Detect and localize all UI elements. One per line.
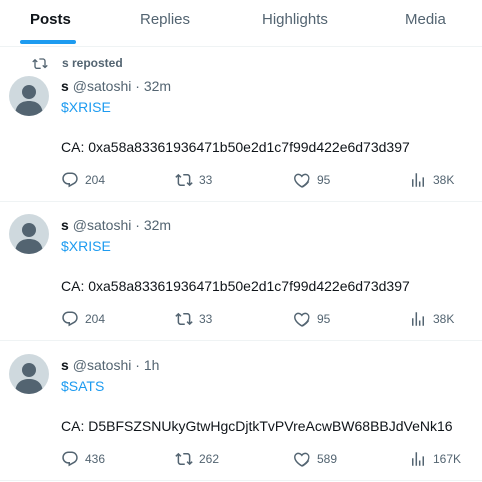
repost-count: 262: [199, 452, 220, 466]
repost-button[interactable]: 33: [175, 310, 212, 328]
post-time[interactable]: · 32m: [135, 217, 171, 233]
display-name[interactable]: s: [61, 78, 69, 94]
views-chart-icon: [412, 312, 424, 326]
heart-icon: [294, 452, 310, 467]
post-text: CA: D5BFSZSNUkyGtwHgcDjtkTvPVreAcwBW68BB…: [61, 418, 453, 434]
avatar[interactable]: [9, 354, 49, 394]
active-tab-indicator: [20, 40, 76, 44]
repost-count: 33: [199, 173, 213, 187]
avatar[interactable]: [9, 214, 49, 254]
post-text: CA: 0xa58a83361936471b50e2d1c7f99d422e6d…: [61, 278, 410, 294]
display-name[interactable]: s: [61, 217, 69, 233]
like-button[interactable]: 95: [293, 171, 330, 189]
repost-icon: [175, 312, 193, 326]
views-chart-icon: [412, 173, 424, 187]
reply-count: 436: [85, 452, 106, 466]
like-count: 95: [317, 312, 331, 326]
post-actions: 204 33 95 38K: [61, 310, 471, 330]
default-avatar-icon: [15, 363, 43, 394]
post-time[interactable]: · 1h: [135, 357, 159, 373]
reply-count: 204: [85, 173, 106, 187]
like-count: 589: [317, 452, 338, 466]
tab-replies[interactable]: Replies: [140, 0, 190, 46]
default-avatar-icon: [15, 223, 43, 254]
post-header: s @satoshi · 32m: [61, 217, 171, 233]
repost-label: s reposted: [62, 56, 123, 70]
view-count: 38K: [433, 312, 455, 326]
views-chart-icon: [412, 452, 424, 466]
repost-icon: [175, 452, 193, 466]
post-header: s @satoshi · 32m: [61, 78, 171, 94]
default-avatar-icon: [15, 85, 43, 116]
display-name[interactable]: s: [61, 357, 69, 373]
post-item[interactable]: s reposted s @satoshi · 32m $XRISE CA: 0x…: [0, 47, 482, 202]
repost-count: 33: [199, 312, 213, 326]
like-count: 95: [317, 173, 331, 187]
repost-button[interactable]: 262: [175, 450, 219, 468]
repost-icon: [32, 58, 48, 69]
tab-highlights[interactable]: Highlights: [262, 0, 328, 46]
view-count: 167K: [433, 452, 462, 466]
heart-icon: [294, 173, 310, 188]
repost-icon: [175, 173, 193, 187]
reply-icon: [62, 451, 78, 467]
user-handle[interactable]: @satoshi: [73, 217, 132, 233]
post-item[interactable]: s @satoshi · 32m $XRISE CA: 0xa58a8336193…: [0, 202, 482, 341]
post-text: CA: 0xa58a83361936471b50e2d1c7f99d422e6d…: [61, 139, 410, 155]
view-count: 38K: [433, 173, 455, 187]
user-handle[interactable]: @satoshi: [73, 78, 132, 94]
user-handle[interactable]: @satoshi: [73, 357, 132, 373]
reply-icon: [62, 172, 78, 188]
cashtag-link[interactable]: $XRISE: [61, 238, 111, 254]
reply-icon: [62, 311, 78, 327]
views-button[interactable]: 38K: [409, 310, 454, 328]
profile-tabs: Posts Replies Highlights Media: [0, 0, 482, 47]
reply-button[interactable]: 436: [61, 450, 105, 468]
views-button[interactable]: 167K: [409, 450, 461, 468]
reply-button[interactable]: 204: [61, 171, 105, 189]
reply-count: 204: [85, 312, 106, 326]
heart-icon: [294, 312, 310, 327]
repost-button[interactable]: 33: [175, 171, 212, 189]
views-button[interactable]: 38K: [409, 171, 454, 189]
post-actions: 436 262 589 167K: [61, 450, 471, 470]
like-button[interactable]: 589: [293, 450, 337, 468]
avatar[interactable]: [9, 76, 49, 116]
post-item[interactable]: s @satoshi · 1h $SATS CA: D5BFSZSNUkyGtwH…: [0, 341, 482, 481]
post-header: s @satoshi · 1h: [61, 357, 159, 373]
tab-media[interactable]: Media: [405, 0, 446, 46]
post-time[interactable]: · 32m: [135, 78, 171, 94]
repost-indicator: s reposted: [32, 56, 123, 70]
like-button[interactable]: 95: [293, 310, 330, 328]
cashtag-link[interactable]: $XRISE: [61, 99, 111, 115]
cashtag-link[interactable]: $SATS: [61, 378, 104, 394]
reply-button[interactable]: 204: [61, 310, 105, 328]
post-actions: 204 33 95 38K: [61, 171, 471, 191]
